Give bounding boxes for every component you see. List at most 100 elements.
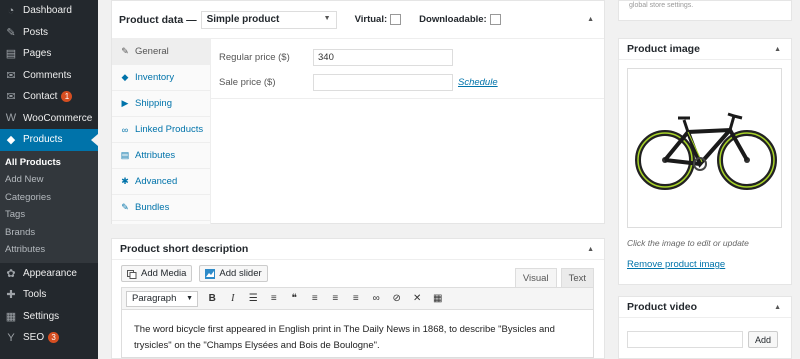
pages-icon: ▤ (5, 48, 17, 61)
menu-item-woocommerce[interactable]: W WooCommerce (0, 108, 98, 130)
menu-item-comments[interactable]: ✉ Comments (0, 65, 98, 87)
menu-item-dashboard[interactable]: ◔ Dashboard (0, 0, 98, 22)
product-type-select[interactable]: Simple product ▼ (200, 10, 337, 29)
menu-item-label: Pages (23, 48, 52, 60)
comment-icon: ✉ (6, 69, 16, 82)
numbered-list-icon[interactable]: ≡ (264, 291, 285, 307)
downloadable-checkbox[interactable] (489, 14, 501, 25)
tag-icon: ◆ (121, 72, 129, 82)
products-icon: ◆ (6, 134, 16, 147)
format-select[interactable]: Paragraph ▼ (126, 290, 198, 307)
virtual-checkbox[interactable] (390, 14, 402, 25)
product-video-title: Product video (627, 301, 698, 313)
link-icon[interactable]: ∞ (366, 291, 387, 307)
mail-icon: ✉ (6, 91, 16, 104)
menu-item-label: Contact (23, 91, 58, 103)
truck-icon: ▶ (121, 98, 129, 108)
tab-general[interactable]: ✎ General (112, 39, 210, 65)
tab-visual[interactable]: Visual (514, 268, 557, 287)
menu-item-appearance[interactable]: ✿ Appearance (0, 263, 98, 285)
downloadable-label: Downloadable: (419, 14, 487, 25)
virtual-option[interactable]: Virtual: (355, 14, 402, 25)
collapse-toggle-icon[interactable]: ▲ (587, 246, 594, 253)
product-type-value: Simple product (206, 14, 280, 25)
menu-item-products[interactable]: ◆ Products (0, 129, 98, 151)
bullet-list-icon[interactable]: ☰ (243, 291, 264, 307)
tab-text[interactable]: Text (560, 268, 594, 287)
bold-icon[interactable]: B (202, 291, 223, 307)
menu-item-tools[interactable]: ✚ Tools (0, 284, 98, 306)
submenu-item[interactable]: Brands (0, 224, 98, 242)
product-data-box: Product data — Simple product ▼ Virtual:… (111, 0, 605, 224)
menu-item-label: Products (23, 134, 63, 146)
products-submenu: All Products Add New Categories Tags Brands A… (0, 150, 98, 263)
publish-box: global store settings. (618, 0, 792, 21)
tools-icon: ✚ (6, 289, 16, 302)
collapse-toggle-icon[interactable]: ▲ (774, 304, 781, 311)
menu-item-pages[interactable]: ▤ Pages (0, 43, 98, 65)
submenu-item[interactable]: Attributes (0, 241, 98, 259)
submenu-item[interactable]: Add New (0, 171, 98, 189)
sale-price-input[interactable] (313, 74, 453, 91)
short-description-header: Product short description ▲ (112, 239, 604, 260)
settings-icon: ▦ (5, 310, 17, 323)
menu-item-label: WooCommerce (23, 112, 93, 124)
unlink-icon[interactable]: ⊘ (387, 291, 408, 307)
tab-label: Attributes (135, 150, 176, 161)
menu-item-seo[interactable]: Y SEO 3 (0, 327, 98, 349)
gear-icon: ✱ (121, 176, 129, 186)
regular-price-row: Regular price ($) 340 (219, 49, 453, 66)
italic-icon[interactable]: I (223, 291, 244, 307)
virtual-label: Virtual: (354, 14, 388, 25)
kitchen-sink-icon[interactable]: ▦ (428, 291, 449, 307)
schedule-link[interactable]: Schedule (458, 77, 498, 88)
add-slider-button[interactable]: Add slider (199, 265, 268, 282)
tab-label: Shipping (135, 98, 172, 109)
menu-item-settings[interactable]: ▦ Settings (0, 306, 98, 328)
menu-item-posts[interactable]: ✎ Posts (0, 22, 98, 44)
tab-attributes[interactable]: ▤ Attributes (112, 143, 210, 169)
regular-price-input[interactable]: 340 (313, 49, 453, 66)
woo-icon: W (5, 112, 17, 125)
media-icon (127, 269, 137, 279)
product-image[interactable] (627, 68, 782, 228)
seo-icon: Y (7, 331, 15, 344)
align-left-icon[interactable]: ≡ (305, 291, 326, 307)
regular-price-label: Regular price ($) (219, 52, 290, 63)
general-panel: Regular price ($) 340 Sale price ($) Sch… (211, 39, 604, 99)
align-center-icon[interactable]: ≡ (325, 291, 346, 307)
menu-item-contact[interactable]: ✉ Contact 1 (0, 86, 98, 108)
link-icon: ∞ (121, 124, 129, 135)
fullscreen-icon[interactable]: ✕ (407, 291, 428, 307)
tab-shipping[interactable]: ▶ Shipping (112, 91, 210, 117)
tab-bundles[interactable]: ✎ Bundles (112, 195, 210, 221)
tab-label: Inventory (135, 72, 175, 83)
downloadable-option[interactable]: Downloadable: (419, 14, 501, 25)
editor-tabs: Visual Text (511, 268, 594, 287)
submenu-item[interactable]: All Products (0, 154, 98, 172)
menu-item-label: Settings (23, 310, 60, 322)
collapse-toggle-icon[interactable]: ▲ (587, 16, 594, 23)
video-url-input[interactable] (627, 331, 743, 348)
notification-badge: 3 (48, 332, 60, 344)
regular-price-value: 340 (318, 52, 334, 63)
blockquote-icon[interactable]: ❝ (284, 291, 305, 307)
remove-product-image-link[interactable]: Remove product image (627, 259, 725, 270)
video-add-button[interactable]: Add (748, 331, 779, 348)
editor-content[interactable]: The word bicycle first appeared in Engli… (121, 310, 594, 358)
collapse-toggle-icon[interactable]: ▲ (774, 46, 781, 53)
product-video-header: Product video ▲ (619, 297, 791, 318)
submenu-item[interactable]: Tags (0, 206, 98, 224)
chevron-down-icon: ▼ (323, 14, 331, 22)
align-right-icon[interactable]: ≡ (346, 291, 367, 307)
add-media-label: Add Media (141, 268, 187, 279)
product-image-box: Product image ▲ Click the image to edit … (618, 38, 792, 285)
add-slider-label: Add slider (219, 268, 262, 279)
add-media-button[interactable]: Add Media (121, 265, 193, 282)
submenu-item[interactable]: Categories (0, 189, 98, 207)
publish-text: global store settings. (629, 2, 694, 9)
tab-inventory[interactable]: ◆ Inventory (112, 65, 210, 91)
product-image-header: Product image ▲ (619, 39, 791, 60)
tab-advanced[interactable]: ✱ Advanced (112, 169, 210, 195)
tab-linked-products[interactable]: ∞ Linked Products (112, 117, 210, 143)
